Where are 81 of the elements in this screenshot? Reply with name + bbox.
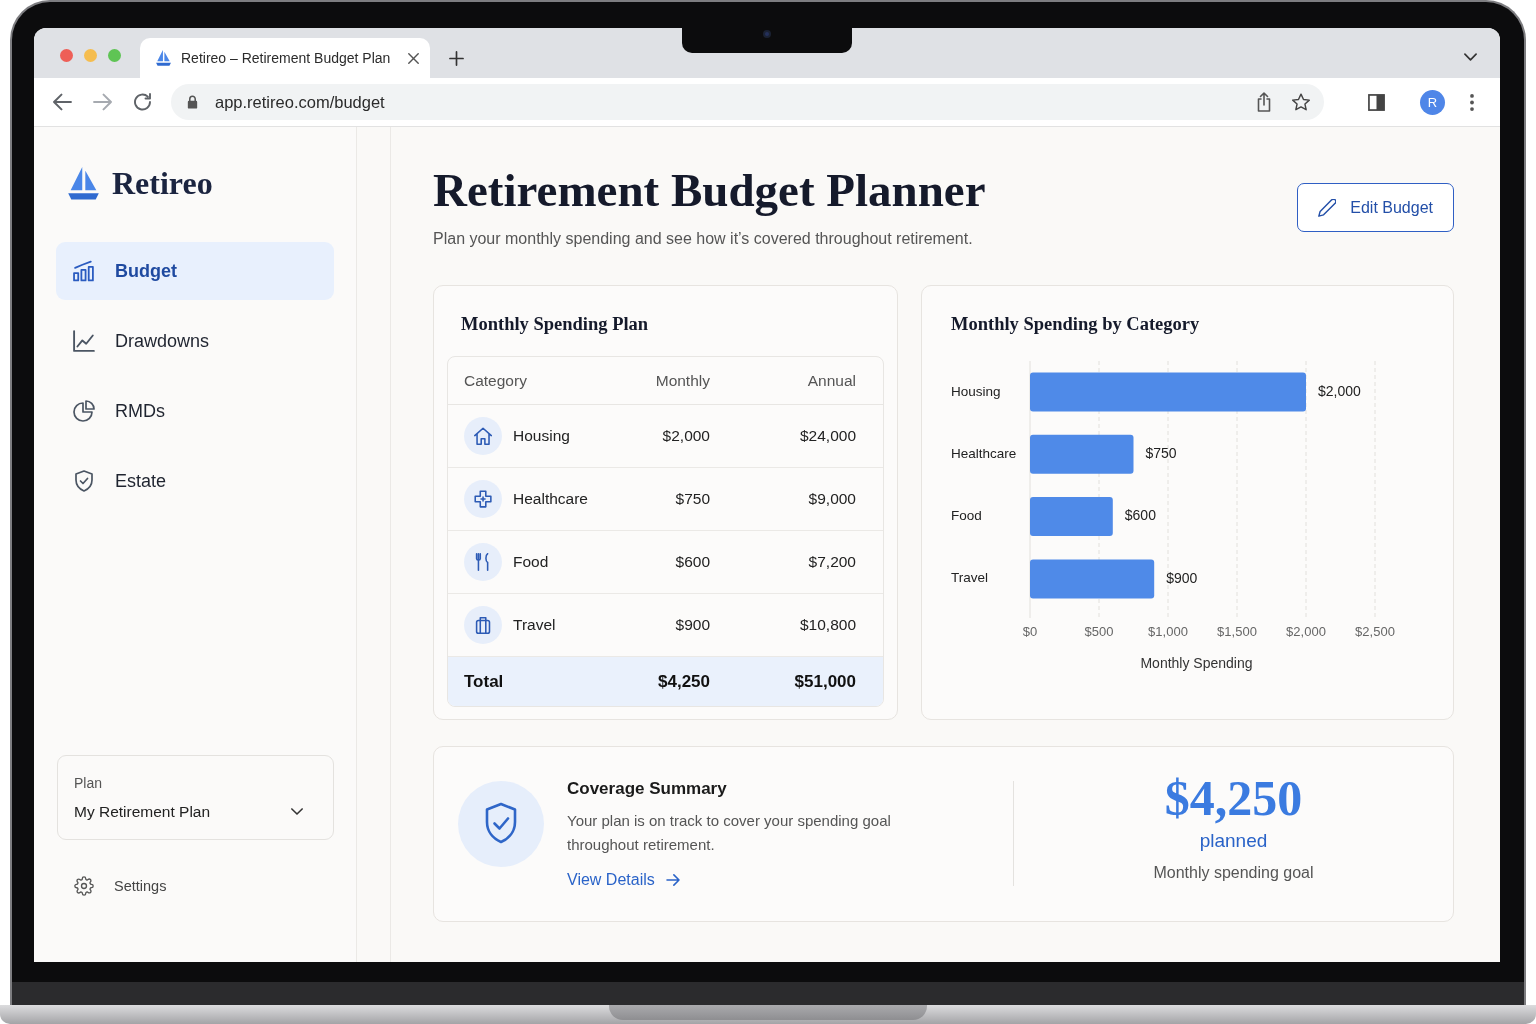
axis-title: Monthly Spending — [1140, 654, 1253, 671]
table-cell-text: $750 — [674, 490, 710, 508]
reload-icon[interactable] — [133, 93, 152, 111]
card-title: Monthly Spending Plan — [461, 313, 649, 336]
category-label: Food — [951, 508, 982, 524]
tick-label: $500 — [1084, 624, 1114, 640]
view-details-link[interactable]: View Details — [567, 869, 680, 891]
nav-item[interactable]: Budget — [56, 242, 334, 300]
amount-caption: planned — [1199, 829, 1268, 853]
chevron-down-icon[interactable] — [1464, 53, 1477, 61]
page-subtitle: Plan your monthly spending and see how it’s covered throughout retirement. — [433, 229, 973, 249]
table-cell-text: $10,800 — [798, 616, 856, 634]
table-cell-text: $600 — [674, 553, 710, 571]
column-header: Monthly — [654, 371, 710, 390]
house-icon — [464, 417, 502, 455]
card-title: Monthly Spending by Category — [951, 313, 1200, 336]
goal-label: Monthly spending goal — [1153, 863, 1314, 883]
side-panel-icon[interactable] — [1368, 93, 1385, 111]
brand-name: Retireo — [112, 165, 213, 201]
table-cell-text: $4,250 — [657, 671, 710, 692]
nav-item[interactable]: RMDs — [56, 382, 334, 440]
suitcase-icon — [464, 606, 502, 644]
address-bar[interactable]: app.retireo.com/budget — [171, 84, 1324, 120]
settings-icon — [74, 876, 94, 896]
category-label: Housing — [951, 383, 1001, 399]
column-header: Category — [464, 371, 528, 390]
browser-tab[interactable]: Retireo – Retirement Budget Plan — [140, 38, 430, 78]
category-label: Healthcare — [951, 445, 1017, 461]
coverage-text: Your plan is on track to cover your spending goal throughout retirement. — [567, 811, 892, 855]
table-cell: Housing — [513, 427, 570, 445]
chevron-down-icon — [291, 808, 303, 815]
table-cell-text: $2,000 — [661, 427, 710, 445]
value-label: $750 — [1145, 445, 1177, 461]
plan-select[interactable]: Plan My Retirement Plan — [57, 755, 334, 840]
sailboat-icon — [68, 166, 99, 200]
column-header: Annual — [806, 371, 856, 390]
tick-label: $2,500 — [1355, 624, 1395, 640]
page-title: Retirement Budget Planner — [433, 163, 986, 218]
pie-chart-icon — [73, 400, 95, 422]
sailboat-icon — [156, 50, 171, 66]
profile-avatar[interactable]: R — [1420, 89, 1445, 115]
fork-knife-icon — [464, 543, 502, 581]
table-cell-text: $9,000 — [807, 490, 856, 508]
nav-item[interactable]: Estate — [56, 452, 334, 510]
shield-check-icon — [73, 470, 95, 492]
lock-icon — [187, 95, 198, 109]
pencil-icon — [1318, 198, 1337, 217]
table-cell: Travel — [513, 616, 556, 634]
plus-icon[interactable] — [449, 51, 464, 66]
edit-budget-button[interactable]: Edit Budget — [1297, 183, 1454, 232]
tick-label: $1,000 — [1148, 624, 1188, 640]
kebab-menu-icon[interactable] — [1470, 93, 1474, 111]
close-icon[interactable] — [408, 52, 419, 64]
table-cell-text: $900 — [674, 616, 710, 634]
medical-cross-icon — [464, 480, 502, 518]
table-cell-text: $24,000 — [798, 427, 856, 445]
camera-icon — [763, 30, 771, 38]
arrow-right-icon — [665, 874, 680, 886]
table-cell-text: $7,200 — [807, 553, 856, 571]
table-cell: Food — [513, 553, 549, 571]
tick-label: $0 — [1022, 624, 1038, 640]
share-icon[interactable] — [1257, 92, 1271, 112]
bar-chart-icon — [73, 260, 95, 282]
star-icon[interactable] — [1292, 93, 1310, 111]
tick-label: $1,500 — [1217, 624, 1257, 640]
value-label: $900 — [1166, 569, 1198, 586]
back-arrow-icon[interactable] — [53, 93, 72, 111]
line-chart-icon — [73, 330, 95, 352]
planned-amount: $4,250 — [1164, 769, 1303, 827]
nav-item[interactable]: Drawdowns — [56, 312, 334, 370]
card-title: Coverage Summary — [567, 778, 727, 800]
table-cell-text: $51,000 — [793, 671, 856, 692]
shield-check-icon — [458, 781, 544, 867]
category-label: Travel — [951, 570, 988, 586]
value-label: $600 — [1124, 507, 1156, 524]
value-label: $2,000 — [1318, 382, 1361, 399]
close-window-icon[interactable] — [60, 49, 73, 62]
table-cell-text: Total — [464, 671, 505, 692]
settings-link[interactable]: Settings — [74, 874, 167, 898]
tick-label: $2,000 — [1286, 624, 1326, 640]
table-cell: Healthcare — [513, 490, 588, 508]
